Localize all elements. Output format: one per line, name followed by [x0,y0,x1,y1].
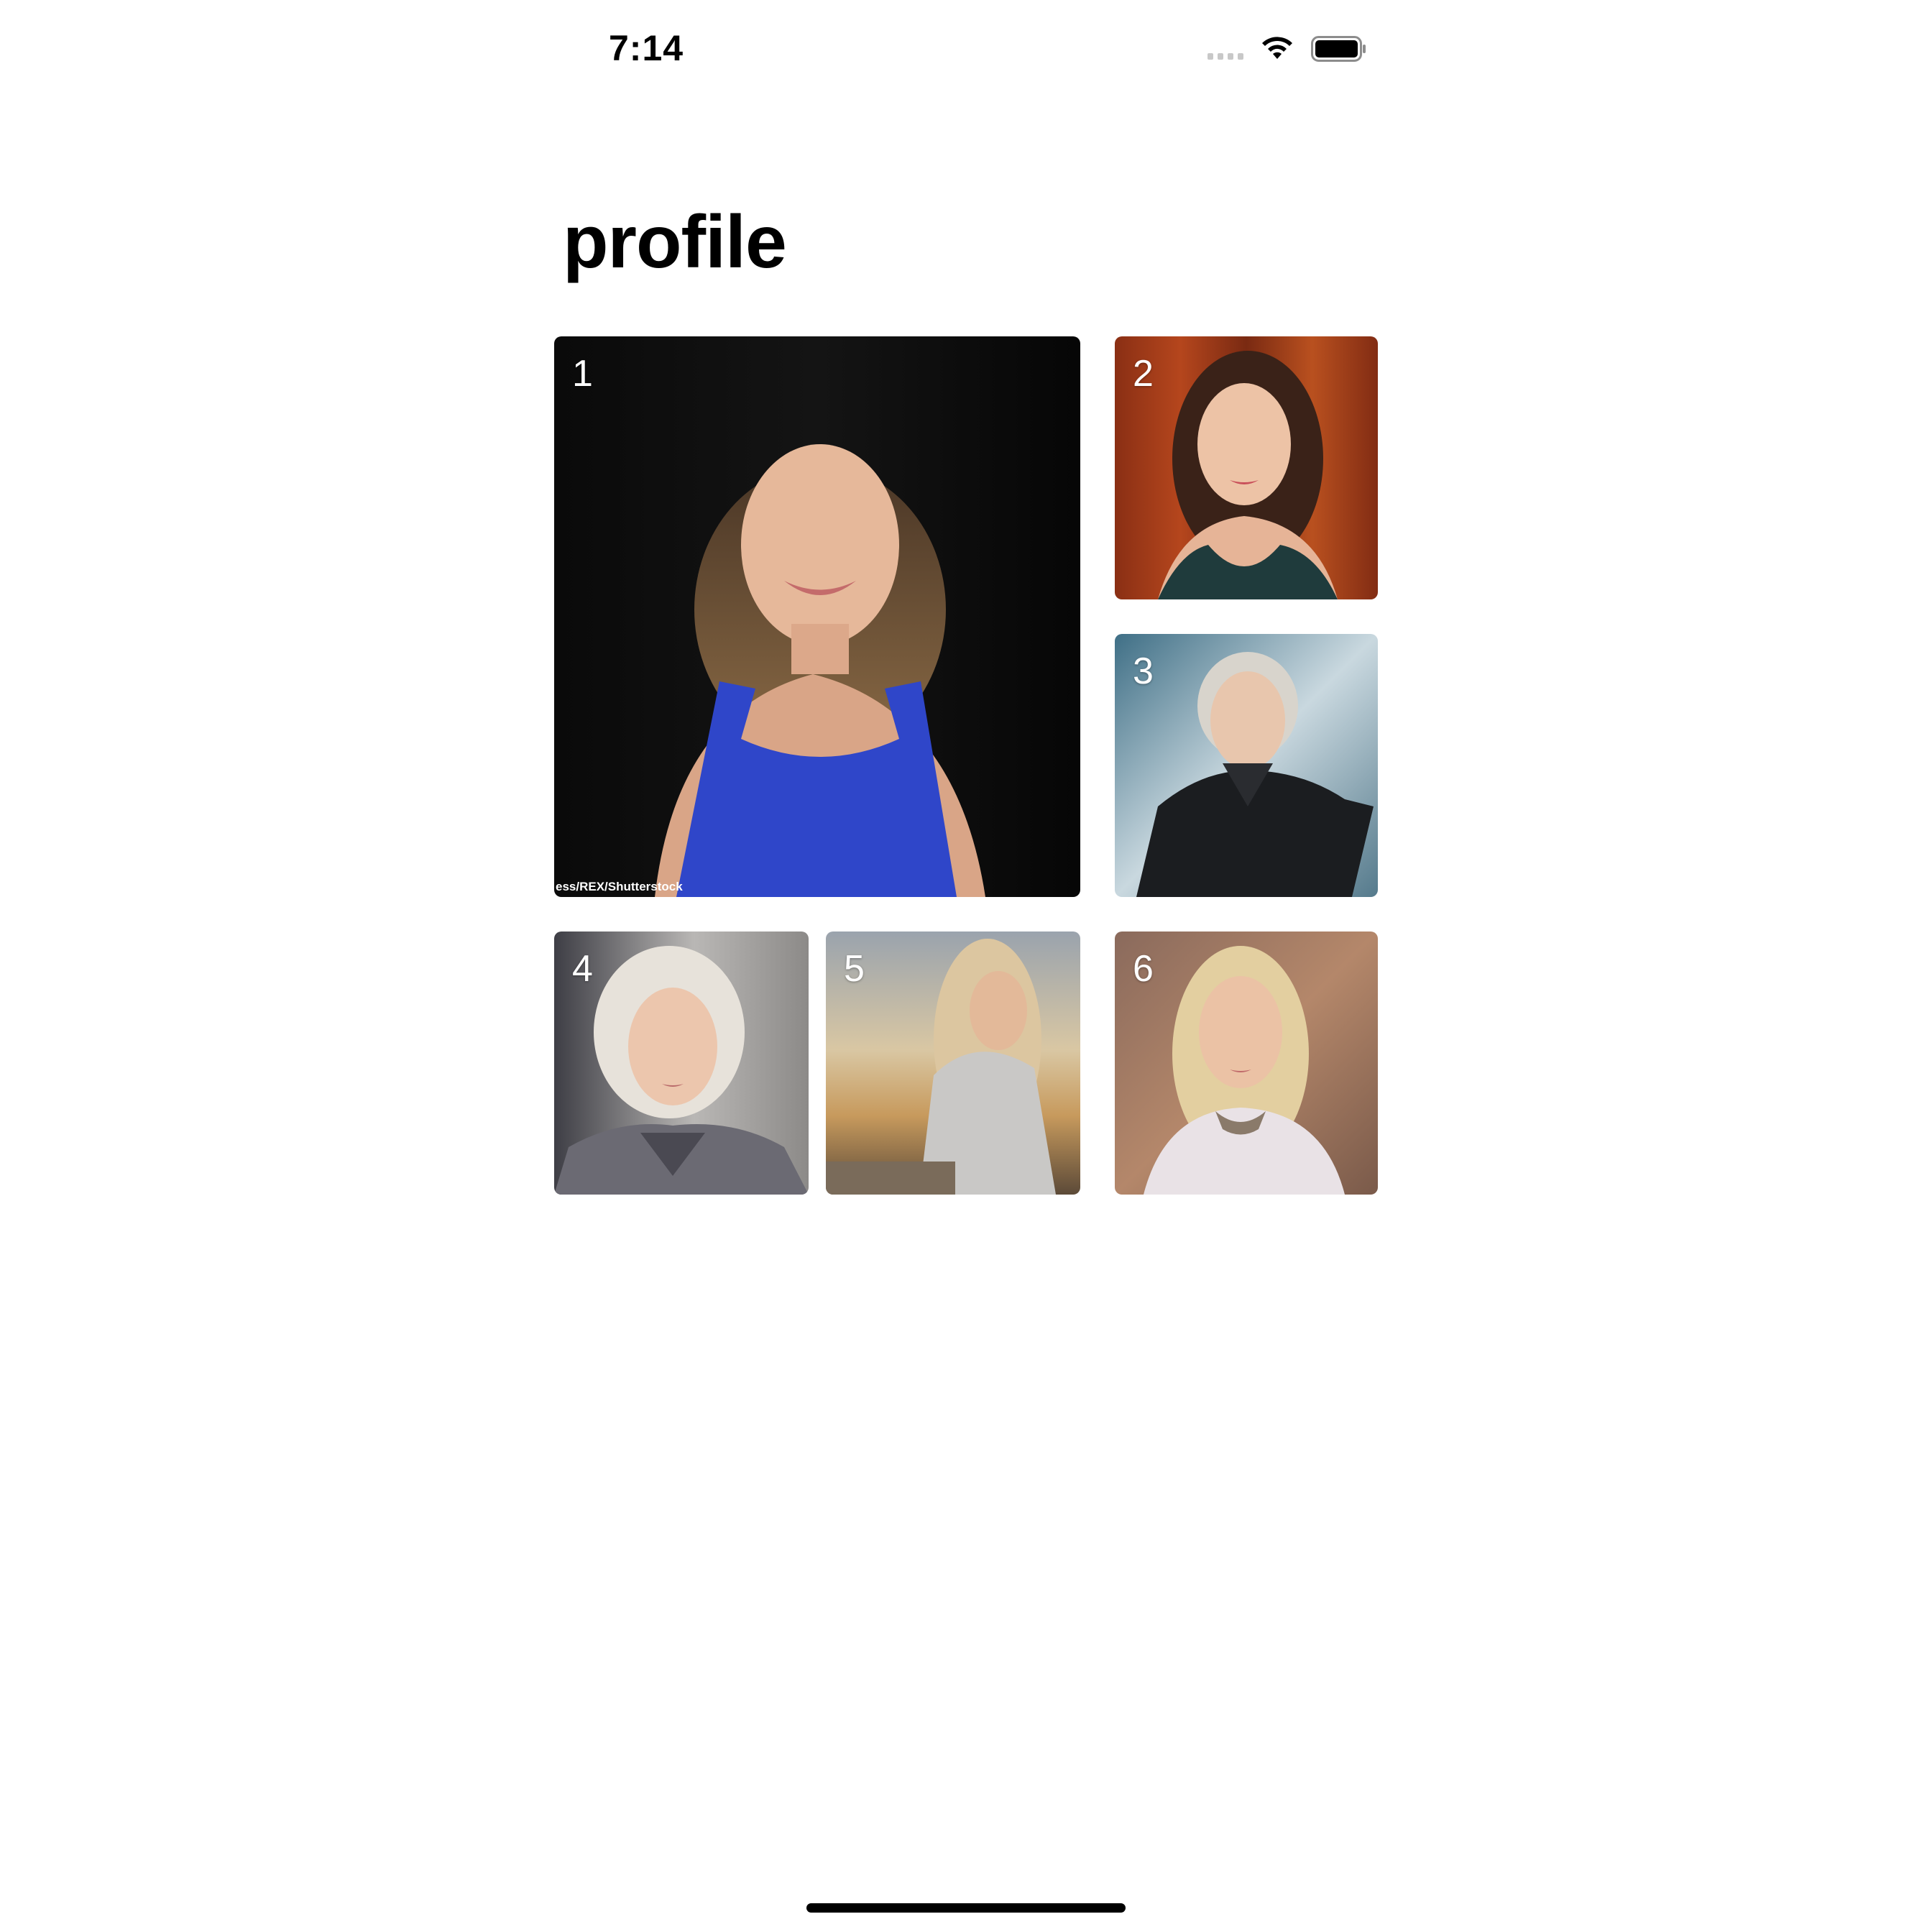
profile-photo-4[interactable]: 4 [554,932,809,1195]
photo-image [1115,634,1378,897]
status-icons [1208,33,1368,65]
photo-number: 1 [572,353,593,395]
status-time: 7:14 [609,28,684,68]
page-title: profile [563,201,787,284]
photo-number: 4 [572,948,593,990]
profile-photo-2[interactable]: 2 [1115,336,1378,599]
profile-photo-3[interactable]: 3 [1115,634,1378,897]
photo-number: 2 [1133,353,1154,395]
photo-credit: ess/REX/Shutterstock [556,880,683,893]
profile-photo-6[interactable]: 6 [1115,932,1378,1195]
profile-screen: 7:14 profile 1 ess/REX/Shutterstock 2 3 … [0,0,1932,1932]
wifi-icon [1262,37,1292,59]
home-indicator[interactable] [806,1903,1126,1913]
photo-image [1115,932,1378,1195]
photo-image [554,336,1080,897]
profile-photo-1[interactable]: 1 ess/REX/Shutterstock [554,336,1080,897]
photo-number: 6 [1133,948,1154,990]
cellular-signal-icon [1208,53,1243,60]
photo-number: 5 [844,948,865,990]
photo-image [1115,336,1378,599]
photo-number: 3 [1133,650,1154,692]
battery-icon [1311,36,1366,62]
profile-photo-5[interactable]: 5 [826,932,1080,1195]
